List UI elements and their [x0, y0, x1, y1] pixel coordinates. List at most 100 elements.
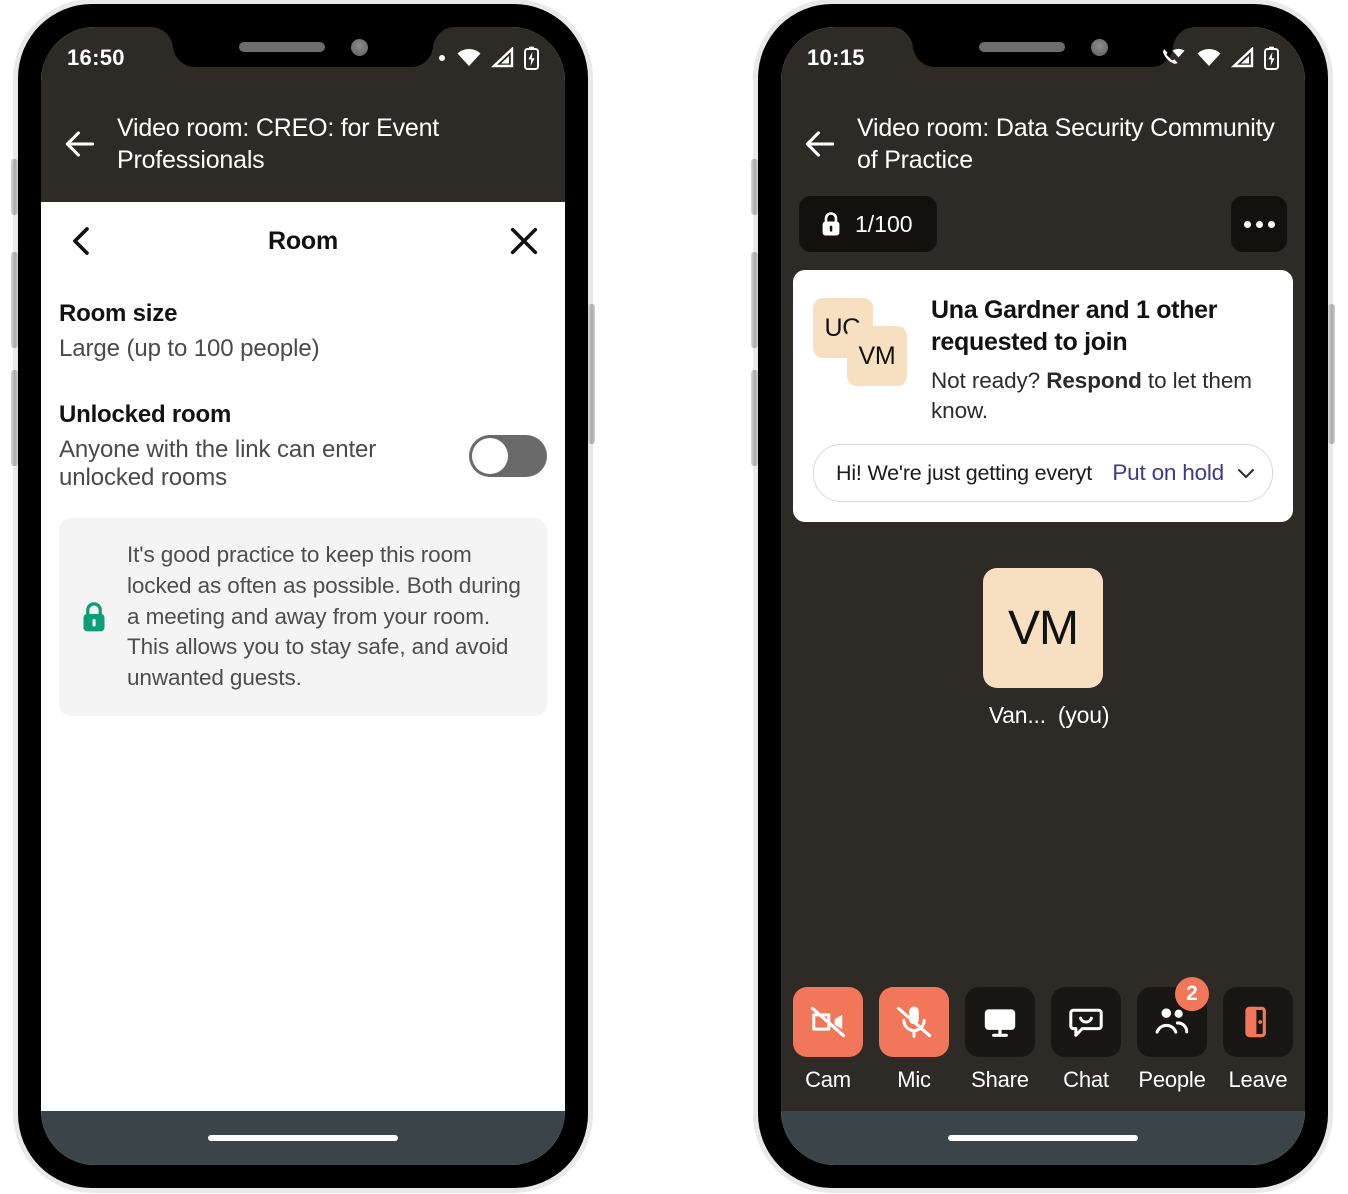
control-chat[interactable]: Chat [1047, 987, 1125, 1093]
control-label: Leave [1228, 1067, 1288, 1092]
unlocked-room-label: Unlocked room [59, 401, 232, 428]
sheet-title: Room [267, 226, 339, 255]
phone-left-screen: 16:50 Video room: CREO: for Event Profes… [41, 27, 565, 1165]
unlocked-room-toggle[interactable] [469, 435, 547, 477]
call-screen: 1/100 UG VM Una Gardner and 1 other requ… [781, 196, 1305, 1111]
screenshot-root: 16:50 Video room: CREO: for Event Profes… [0, 0, 1348, 1194]
home-indicator[interactable] [948, 1135, 1138, 1141]
control-label: People [1138, 1067, 1206, 1092]
app-header: Video room: Data Security Community of P… [781, 89, 1305, 202]
screen-share-icon[interactable] [965, 987, 1035, 1057]
participant-display-name: Van... [988, 702, 1046, 729]
chevron-left-icon[interactable] [65, 224, 99, 258]
power-button[interactable] [1328, 304, 1335, 444]
front-camera-icon [1090, 38, 1108, 56]
page-title: Video room: Data Security Community of P… [857, 114, 1275, 174]
room-size-value: Large (up to 100 people) [59, 335, 320, 362]
battery-charging-icon [524, 46, 539, 70]
control-people[interactable]: 2 People [1133, 977, 1211, 1093]
call-controls: Cam Mic Share Chat 2 People Leave [781, 977, 1305, 1111]
status-clock: 10:15 [807, 45, 865, 70]
notch [173, 27, 433, 67]
sheet-body: Room size Large (up to 100 people) Unloc… [41, 266, 565, 492]
lock-notice-box: It's good practice to keep this room loc… [59, 518, 547, 717]
status-icons [1161, 46, 1279, 70]
wifi-icon [457, 49, 481, 66]
close-x-icon[interactable] [507, 224, 541, 258]
power-button[interactable] [588, 304, 595, 444]
room-size-field[interactable]: Room size Large (up to 100 people) [59, 300, 547, 363]
system-nav-bar [41, 1111, 565, 1165]
dot-indicator-icon [439, 55, 445, 61]
join-request-subtext: Not ready? Respond to let them know. [931, 366, 1273, 426]
earpiece-speaker [238, 42, 325, 52]
avatar: VM [847, 326, 907, 386]
room-capacity-text: 1/100 [855, 210, 913, 237]
unlocked-room-field: Unlocked room Anyone with the link can e… [59, 401, 547, 492]
quick-reply-input[interactable]: Hi! We're just getting everyt [836, 461, 1102, 486]
wifi-icon [1197, 49, 1221, 66]
subtext-prefix: Not ready? [931, 368, 1047, 393]
participant-stage: VM Van... (you) [781, 522, 1305, 987]
camera-off-icon[interactable] [793, 987, 863, 1057]
people-badge: 2 [1175, 977, 1209, 1011]
home-indicator[interactable] [208, 1135, 398, 1141]
volume-up-button[interactable] [751, 252, 758, 348]
lock-notice-text: It's good practice to keep this room loc… [127, 542, 521, 691]
back-arrow-icon[interactable] [61, 125, 99, 163]
phone-wifi-calling-icon [1163, 48, 1185, 64]
page-title: Video room: CREO: for Event Professional… [117, 114, 440, 174]
control-label: Mic [897, 1067, 931, 1092]
system-nav-bar [781, 1111, 1305, 1165]
status-clock: 16:50 [67, 45, 125, 70]
mute-switch-button[interactable] [11, 159, 18, 215]
status-bar: 16:50 [41, 27, 565, 89]
cell-signal-icon [1231, 47, 1254, 68]
put-on-hold-button[interactable]: Put on hold [1112, 460, 1224, 486]
participant-name: Van... (you) [977, 702, 1110, 729]
phone-right: 10:15 Video room: Data Security Communit… [751, 4, 1335, 1188]
control-mic[interactable]: Mic [875, 987, 953, 1093]
phone-right-screen: 10:15 Video room: Data Security Communit… [781, 27, 1305, 1165]
control-cam[interactable]: Cam [789, 987, 867, 1093]
unlocked-room-description: Anyone with the link can enter unlocked … [59, 436, 377, 491]
phone-left: 16:50 Video room: CREO: for Event Profes… [11, 4, 595, 1188]
control-share[interactable]: Share [961, 987, 1039, 1093]
back-arrow-icon[interactable] [801, 125, 839, 163]
call-topbar: 1/100 [781, 196, 1305, 252]
join-request-heading: Una Gardner and 1 other requested to joi… [931, 296, 1218, 356]
room-size-label: Room size [59, 300, 178, 327]
more-horizontal-icon[interactable] [1231, 196, 1287, 252]
mute-switch-button[interactable] [751, 159, 758, 215]
cell-signal-icon [491, 47, 514, 68]
chat-bubble-icon[interactable] [1051, 987, 1121, 1057]
app-header: Video room: CREO: for Event Professional… [41, 89, 565, 202]
room-sheet: Room Room size Large (up to 100 people) … [41, 202, 565, 1111]
mic-off-icon[interactable] [879, 987, 949, 1057]
control-label: Cam [805, 1067, 851, 1092]
notch [913, 27, 1173, 67]
status-bar: 10:15 [781, 27, 1305, 89]
respond-link[interactable]: Respond [1046, 368, 1142, 393]
front-camera-icon [350, 38, 368, 56]
control-leave[interactable]: Leave [1219, 987, 1297, 1093]
status-icons [439, 46, 539, 70]
quick-reply-row[interactable]: Hi! We're just getting everyt Put on hol… [813, 444, 1273, 503]
lock-icon [83, 602, 105, 632]
volume-down-button[interactable] [11, 370, 18, 466]
volume-down-button[interactable] [751, 370, 758, 466]
battery-charging-icon [1264, 46, 1279, 70]
leave-door-icon[interactable] [1223, 987, 1293, 1057]
control-label: Share [971, 1067, 1029, 1092]
toggle-knob [472, 438, 508, 474]
avatar-stack: UG VM [813, 298, 917, 394]
sheet-toolbar: Room [41, 202, 565, 266]
room-capacity-badge[interactable]: 1/100 [799, 196, 937, 252]
participant-avatar[interactable]: VM [983, 568, 1103, 689]
participant-you-label: (you) [1057, 702, 1110, 729]
earpiece-speaker [978, 42, 1065, 52]
chevron-down-icon[interactable] [1234, 461, 1258, 485]
volume-up-button[interactable] [11, 252, 18, 348]
control-label: Chat [1063, 1067, 1109, 1092]
join-request-card: UG VM Una Gardner and 1 other requested … [793, 270, 1293, 523]
